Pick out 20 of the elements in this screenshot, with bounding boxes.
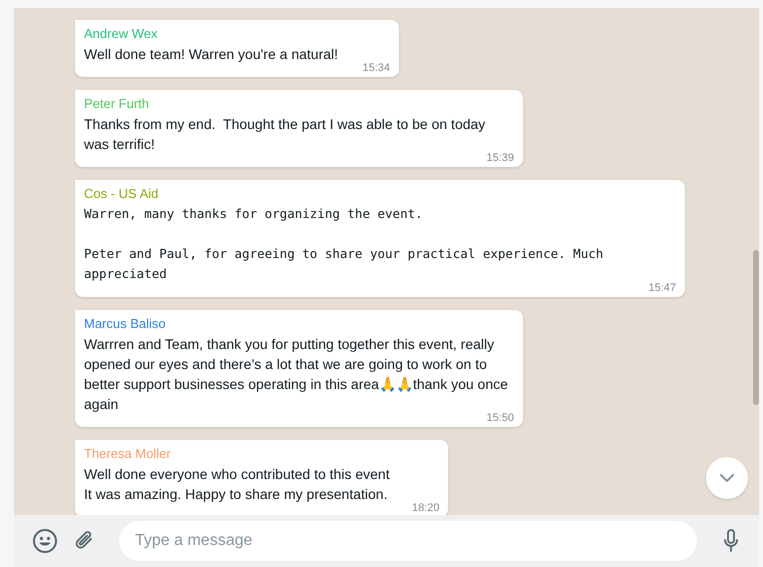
sender-name: Theresa Moller <box>84 445 172 463</box>
chevron-down-icon <box>720 474 734 482</box>
message-time: 15:50 <box>486 411 514 425</box>
message-text: Well done everyone who contributed to this event It was amazing. Happy to share my presentation. <box>84 466 390 502</box>
message-time: 15:47 <box>648 281 676 295</box>
sender-name: Marcus Baliso <box>84 315 167 333</box>
message-text: Thanks from my end. Thought the part I was able to be on today was terrific! <box>84 116 486 152</box>
sender-name: Andrew Wex <box>84 25 158 43</box>
sender-name: Cos - US Aid <box>84 185 160 203</box>
message-input[interactable]: Type a message <box>119 521 697 561</box>
message-text: Well done team! Warren you're a natural! <box>84 46 338 62</box>
sender-name: Peter Furth <box>84 95 150 113</box>
microphone-icon[interactable] <box>723 529 739 553</box>
message-time: 18:20 <box>412 501 440 515</box>
message-text: Warren, many thanks for organizing the event. Peter and Paul, for agreeing to share your practical experience. Much appreciated <box>84 206 604 281</box>
scrollbar[interactable] <box>753 250 759 405</box>
emoji-icon[interactable] <box>32 528 58 554</box>
message-text: Warrren and Team, thank you for putting together this event, really opened our eyes and there’s a lot that we are going to work on to better support businesses operating in this area🙏🙏thank you once again <box>84 336 509 412</box>
message-time: 15:34 <box>362 61 390 75</box>
message-time: 15:39 <box>486 151 514 165</box>
